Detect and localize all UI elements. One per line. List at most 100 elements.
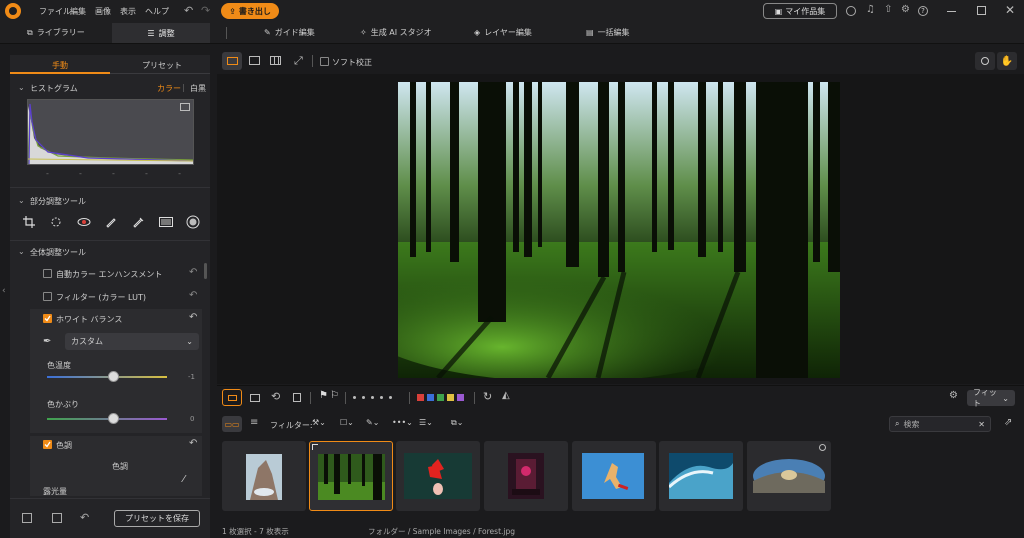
thumbnail-4[interactable] [484,441,568,511]
zoom-icon[interactable] [975,52,995,70]
temperature-slider-handle[interactable] [108,371,119,382]
export-button[interactable]: ⇪ 書き出し [221,3,279,19]
grid-view-icon[interactable] [270,56,281,65]
histogram-bw-toggle[interactable]: 白黒 [190,83,206,94]
fullscreen-icon[interactable]: ⤢ [294,54,303,68]
chevron-down-icon[interactable]: ⌄ [18,83,25,92]
tab-library[interactable]: ⧉ ライブラリー [27,27,85,38]
account-icon[interactable] [846,6,856,16]
white-balance-checkbox[interactable] [43,314,52,323]
filter-checkbox[interactable] [43,292,52,301]
scrollbar-thumb[interactable] [204,263,207,279]
crop-icon[interactable] [19,212,39,232]
tab-layer[interactable]: ◈ レイヤー編集 [474,27,532,38]
undo-icon[interactable]: ↶ [80,511,89,524]
purple-label[interactable] [457,394,464,401]
tint-slider-handle[interactable] [108,413,119,424]
filter-edited-icon[interactable]: ✎⌄ [366,418,379,427]
undo-icon[interactable]: ↶ [184,4,193,17]
clear-icon[interactable]: ✕ [978,420,985,429]
color-labels[interactable] [417,394,464,401]
temperature-slider[interactable] [47,376,167,378]
filmstrip-mode-icon[interactable] [222,389,242,406]
reset-icon[interactable]: ↶ [189,290,197,301]
menu-view[interactable]: 表示 [120,6,136,17]
history-icon[interactable]: ⟲ [271,390,280,403]
red-eye-icon[interactable] [74,212,94,232]
reset-icon[interactable]: ↶ [189,312,197,323]
tint-slider[interactable] [47,418,167,420]
thumbnail-view-icon[interactable]: ▭▭ [222,416,242,432]
copy-settings-icon[interactable] [22,513,32,523]
thumbnail-2-selected[interactable] [309,441,393,511]
thumbnail-6[interactable] [659,441,743,511]
reset-icon[interactable]: ↶ [189,267,197,278]
tab-manual[interactable]: 手動 [52,60,68,71]
filter-rating-icon[interactable]: •••⌄ [392,418,413,427]
image-viewer[interactable] [217,74,1024,384]
restore-icon[interactable] [977,6,986,15]
my-works-button[interactable]: ▣ マイ作品集 [763,3,837,19]
soft-proof-checkbox[interactable] [320,57,329,66]
gradient-icon[interactable] [156,212,176,232]
collapse-panel-icon[interactable]: ‹ [2,286,6,296]
list-view-icon[interactable]: ≡ [250,417,258,428]
brush-icon[interactable] [101,212,121,232]
tone-checkbox[interactable] [43,440,52,449]
minimize-icon[interactable] [947,11,956,12]
redo-icon[interactable]: ↷ [201,4,210,17]
flip-icon[interactable]: ◭ [502,390,510,401]
thumbnail-5[interactable] [572,441,656,511]
tab-ai-studio[interactable]: ✧ 生成 AI スタジオ [360,27,432,38]
magic-wand-icon[interactable]: ⁄ [183,474,185,485]
save-icon[interactable] [293,393,301,402]
single-view-icon[interactable] [222,52,242,70]
rotate-icon[interactable]: ↻ [483,390,492,403]
tab-adjust[interactable]: ☰ 調整 [112,23,210,43]
menu-image[interactable]: 画像 [95,6,111,17]
menu-help[interactable]: ヘルプ [145,6,169,17]
tab-batch[interactable]: ▤ 一括編集 [586,27,630,38]
eraser-brush-icon[interactable] [128,212,148,232]
spot-heal-icon[interactable] [46,212,66,232]
chevron-down-icon[interactable]: ⌄ [18,247,25,256]
hand-tool-icon[interactable]: ✋ [997,52,1017,70]
gear-icon[interactable]: ⚙ [901,4,910,15]
help-icon[interactable]: ? [918,6,928,16]
bell-icon[interactable]: ♫ [866,4,875,15]
menu-file[interactable]: ファイル [39,6,71,17]
reset-icon[interactable]: ↶ [189,438,197,449]
thumbnail-1[interactable] [222,441,306,511]
thumbnail-3[interactable] [396,441,480,511]
filter-checkbox-icon[interactable]: ☐⌄ [340,418,354,427]
compare-view-icon[interactable] [249,56,260,65]
radial-filter-icon[interactable] [183,212,203,232]
thumbnail-7[interactable] [747,441,831,511]
menu-edit[interactable]: 編集 [70,6,86,17]
red-label[interactable] [417,394,424,401]
histogram-color-toggle[interactable]: カラー [157,83,181,94]
share-icon[interactable]: ⇧ [884,4,892,15]
search-input[interactable]: ⌕ 検索 ✕ [889,416,991,432]
blue-label[interactable] [427,394,434,401]
eyedropper-icon[interactable]: ✒ [43,336,51,347]
white-balance-mode-select[interactable]: カスタム ⌄ [65,333,199,350]
filter-tools-icon[interactable]: ⚒⌄ [312,418,326,427]
open-external-icon[interactable]: ⇗ [1004,417,1012,428]
reject-flag-icon[interactable]: ⚐ [330,390,339,401]
temperature-value[interactable]: -1 [188,373,195,381]
chevron-down-icon[interactable]: ⌄ [18,196,25,205]
zoom-fit-select[interactable]: フィット ⌄ [967,388,1015,408]
rating-dots[interactable] [353,396,392,399]
yellow-label[interactable] [447,394,454,401]
gear-icon[interactable]: ⚙ [949,390,958,401]
close-icon[interactable]: ✕ [1005,3,1015,17]
save-preset-button[interactable]: プリセットを保存 [114,510,200,527]
sort-icon[interactable]: ☰⌄ [419,418,433,427]
tab-guide[interactable]: ✎ ガイド編集 [264,27,315,38]
tint-value[interactable]: 0 [190,415,194,423]
auto-color-checkbox[interactable] [43,269,52,278]
flag-icon[interactable]: ⚑ [319,390,328,401]
paste-settings-icon[interactable] [52,513,62,523]
clipping-warning-icon[interactable] [180,103,190,111]
